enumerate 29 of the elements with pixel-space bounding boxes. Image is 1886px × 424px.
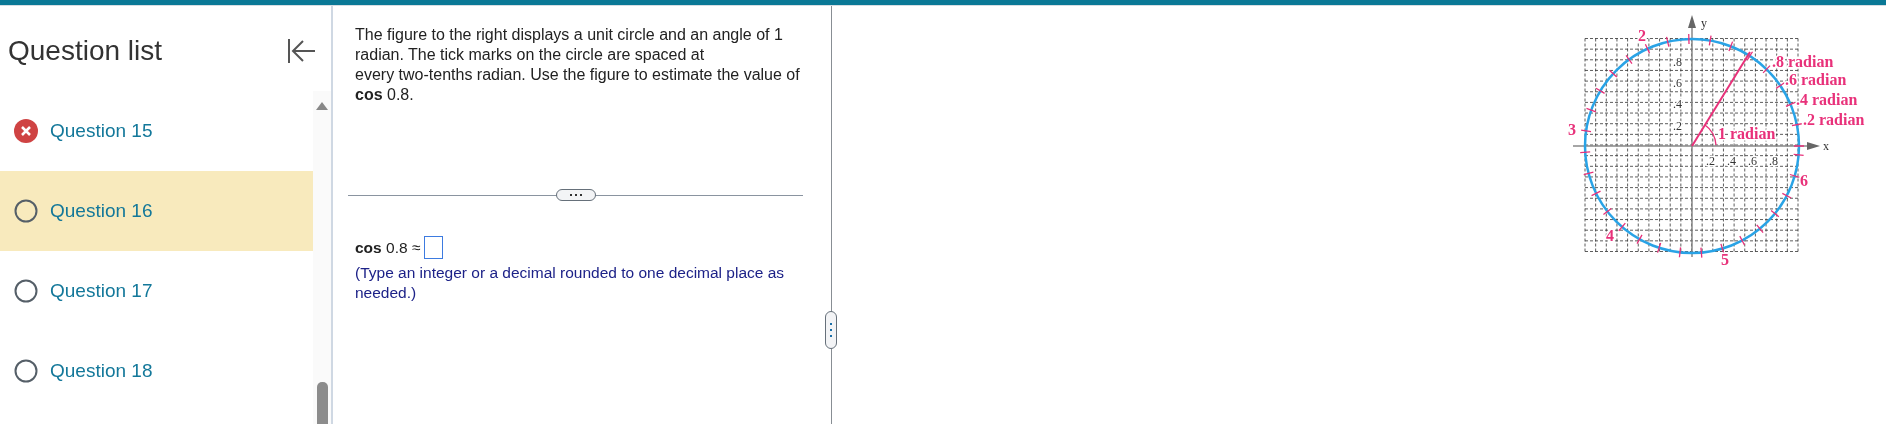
axis-label: .6 — [1673, 76, 1682, 90]
axis-label: .6 — [1748, 154, 1757, 168]
question-item[interactable]: Question 17 — [0, 251, 313, 331]
expand-button[interactable] — [555, 189, 596, 201]
radian-label: 5 — [1721, 251, 1729, 268]
collapse-icon[interactable] — [287, 38, 317, 64]
axis-label: x — [1823, 139, 1829, 153]
question-item[interactable]: Question 18 — [0, 331, 313, 411]
scrollbar-thumb[interactable] — [316, 382, 328, 424]
answer-prompt: cos 0.8 ≈ — [355, 238, 421, 257]
axis-label: y — [1701, 16, 1707, 30]
axis-label: .8 — [1769, 154, 1778, 168]
axis-label: .4 — [1727, 154, 1736, 168]
question-text: The figure to the right displays a unit circle and an angle of 1 radian. The tick marks on the circle are spaced at every two-tenths radian. Use the figure to estimate the value of cos 0.8. — [355, 25, 801, 105]
answer-hint: (Type an integer or a decimal rounded to one decimal place as needed.) — [355, 263, 786, 303]
axis-label: .2 — [1706, 154, 1715, 168]
radian-label: 4 — [1606, 227, 1614, 244]
sidebar-title: Question list — [8, 35, 163, 67]
question-item[interactable]: Question 16 — [0, 171, 313, 251]
answer-field[interactable] — [424, 236, 444, 259]
question-item[interactable]: Question 15 — [0, 91, 313, 171]
radian-label: .4 radian — [1796, 91, 1858, 108]
resize-handle[interactable] — [825, 311, 837, 349]
radian-label: .2 radian — [1803, 111, 1865, 128]
radian-label: 3 — [1568, 121, 1576, 138]
radian-label: .6 radian — [1785, 71, 1847, 88]
radian-label: .8 radian — [1772, 53, 1834, 70]
radian-label: 6 — [1800, 172, 1808, 189]
scroll-up-icon[interactable] — [316, 102, 328, 110]
